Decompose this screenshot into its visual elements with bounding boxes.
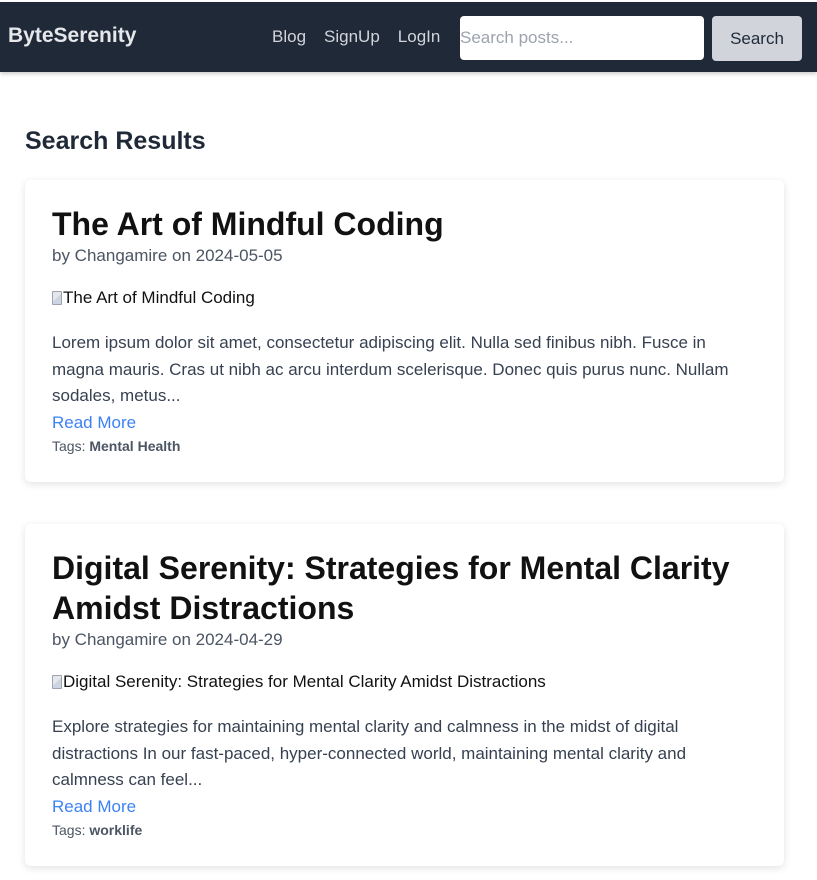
post-card: The Art of Mindful Coding by Changamire …	[25, 180, 784, 482]
post-excerpt: Explore strategies for maintaining menta…	[52, 717, 687, 789]
tags-label: Tags:	[52, 437, 86, 454]
post-meta: by Changamire on 2024-05-05	[52, 246, 283, 265]
page-title: Search Results	[25, 127, 206, 155]
search-button[interactable]: Search	[712, 16, 802, 61]
broken-image-icon	[52, 675, 62, 689]
read-more-link[interactable]: Read More	[52, 794, 757, 820]
broken-image-icon	[52, 291, 62, 305]
read-more-link[interactable]: Read More	[52, 410, 757, 436]
nav-links: Blog SignUp LogIn	[272, 27, 458, 47]
search-input[interactable]	[460, 16, 704, 60]
nav-link-login[interactable]: LogIn	[398, 27, 441, 47]
post-title[interactable]: The Art of Mindful Coding	[52, 204, 757, 244]
nav-link-blog[interactable]: Blog	[272, 27, 306, 47]
post-tags: Tags: Mental Health	[52, 438, 757, 454]
post-image-alt: Digital Serenity: Strategies for Mental …	[63, 672, 546, 691]
post-excerpt: Lorem ipsum dolor sit amet, consectetur …	[52, 333, 729, 405]
navbar: ByteSerenity Blog SignUp LogIn Search	[0, 2, 817, 72]
post-tags: Tags: worklife	[52, 822, 757, 838]
tag-value[interactable]: Mental Health	[89, 438, 180, 454]
tag-value[interactable]: worklife	[89, 822, 142, 838]
post-image: Digital Serenity: Strategies for Mental …	[52, 672, 757, 692]
post-image-alt: The Art of Mindful Coding	[63, 288, 255, 307]
brand-logo[interactable]: ByteSerenity	[8, 24, 136, 48]
post-meta: by Changamire on 2024-04-29	[52, 630, 283, 649]
post-title[interactable]: Digital Serenity: Strategies for Mental …	[52, 548, 757, 628]
tags-label: Tags:	[52, 821, 86, 838]
post-card: Digital Serenity: Strategies for Mental …	[25, 524, 784, 866]
nav-link-signup[interactable]: SignUp	[324, 27, 380, 47]
post-image: The Art of Mindful Coding	[52, 288, 757, 308]
